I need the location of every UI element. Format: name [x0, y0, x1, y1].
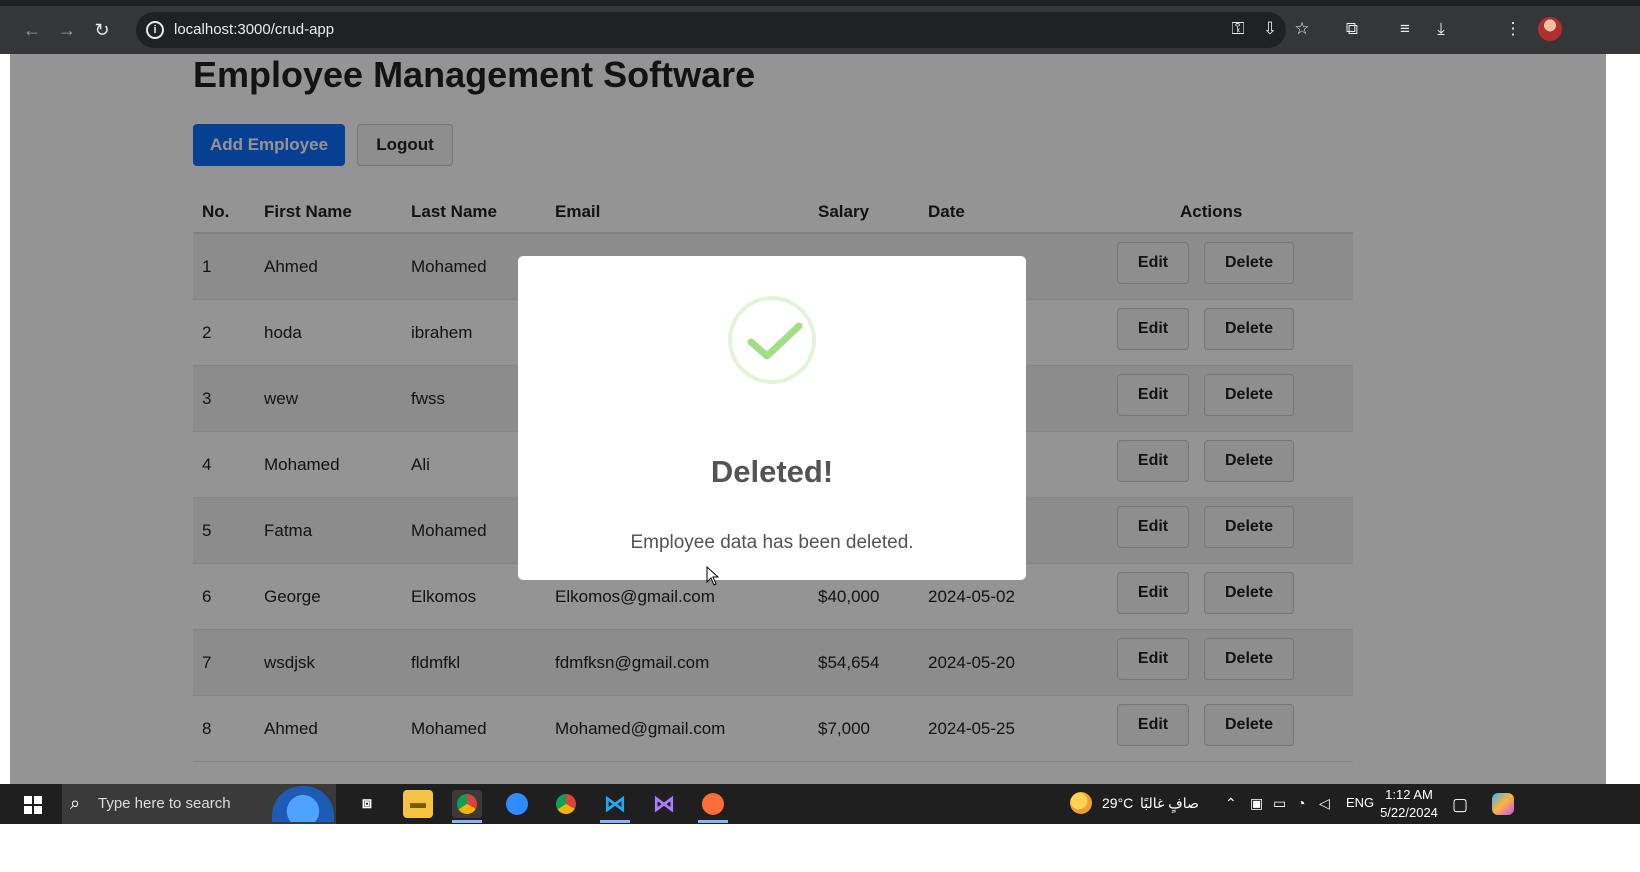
- vscode-icon[interactable]: ⋈: [600, 790, 630, 818]
- reload-icon[interactable]: ↻: [90, 18, 114, 42]
- copilot-icon[interactable]: [1488, 790, 1518, 818]
- windows-taskbar: ⌕ Type here to search ⧈ ▬ ⋈ ⋈ 29°C صافٍ …: [0, 784, 1640, 824]
- weather-icon[interactable]: [1070, 792, 1092, 814]
- postman-icon[interactable]: [698, 790, 728, 818]
- back-icon[interactable]: ←: [20, 18, 44, 42]
- chrome-active-icon[interactable]: [452, 790, 482, 818]
- zoom-icon[interactable]: [502, 790, 532, 818]
- battery-icon[interactable]: ▭: [1273, 795, 1286, 812]
- alert-dialog: Deleted! Employee data has been deleted.: [518, 256, 1026, 580]
- forward-icon[interactable]: →: [55, 18, 79, 42]
- browser-toolbar: ← → ↻ i localhost:3000/crud-app ⚿ ⇩ ☆ ⧉ …: [0, 0, 1640, 54]
- site-info-icon[interactable]: i: [146, 21, 164, 39]
- address-bar[interactable]: i localhost:3000/crud-app: [136, 12, 1286, 48]
- mouse-cursor-icon: [706, 566, 720, 586]
- active-app-indicator: [452, 820, 482, 823]
- menu-kebab-icon[interactable]: ⋮: [1502, 18, 1524, 40]
- show-hidden-icons-icon[interactable]: ⌃: [1225, 795, 1237, 812]
- install-app-icon[interactable]: ⇩: [1259, 18, 1281, 40]
- search-icon: ⌕: [70, 793, 81, 813]
- task-view-icon[interactable]: ⧈: [352, 790, 382, 818]
- visual-studio-icon[interactable]: ⋈: [649, 790, 679, 818]
- vscode-running-indicator: [600, 820, 630, 823]
- screen-bottom-margin: [0, 824, 1640, 872]
- downloads-icon[interactable]: ⤓: [1430, 18, 1452, 40]
- clock-date: 5/22/2024: [1380, 805, 1438, 820]
- media-controls-icon[interactable]: ≡: [1394, 18, 1416, 40]
- search-highlight-art: [272, 786, 334, 822]
- search-placeholder[interactable]: Type here to search: [98, 795, 231, 812]
- success-check-icon: [728, 296, 816, 384]
- postman-running-indicator: [698, 820, 728, 823]
- notifications-icon[interactable]: ▢: [1452, 795, 1468, 815]
- extensions-icon[interactable]: ⧉: [1341, 18, 1363, 40]
- tab-strip: [0, 0, 1640, 6]
- file-explorer-icon[interactable]: ▬: [403, 790, 433, 818]
- dialog-message: Employee data has been deleted.: [630, 532, 914, 553]
- password-key-icon[interactable]: ⚿: [1227, 18, 1249, 40]
- wifi-icon[interactable]: ◔: [1297, 795, 1305, 811]
- taskbar-search[interactable]: ⌕ Type here to search: [62, 784, 336, 824]
- chrome-icon[interactable]: [551, 790, 581, 818]
- taskbar-clock[interactable]: 1:12 AM 5/22/2024: [1376, 786, 1442, 822]
- weather-temp[interactable]: 29°C: [1102, 795, 1133, 811]
- language-indicator[interactable]: ENG: [1346, 795, 1374, 810]
- windows-start-icon[interactable]: [24, 796, 42, 814]
- meet-now-icon[interactable]: ▣: [1250, 795, 1263, 812]
- dialog-title: Deleted!: [710, 454, 834, 489]
- bookmark-star-icon[interactable]: ☆: [1291, 18, 1313, 40]
- profile-avatar[interactable]: [1538, 17, 1562, 41]
- screen: ← → ↻ i localhost:3000/crud-app ⚿ ⇩ ☆ ⧉ …: [0, 0, 1640, 872]
- url-text[interactable]: localhost:3000/crud-app: [174, 21, 334, 38]
- weather-description[interactable]: صافٍ غالبًا: [1140, 795, 1199, 812]
- clock-time: 1:12 AM: [1385, 787, 1433, 802]
- volume-icon[interactable]: ◁: [1319, 795, 1330, 812]
